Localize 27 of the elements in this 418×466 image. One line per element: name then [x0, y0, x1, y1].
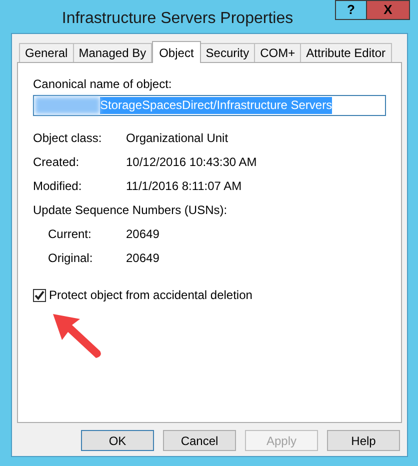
close-button[interactable]: X	[367, 0, 410, 20]
tab[interactable]: General	[19, 43, 74, 62]
tab[interactable]: Managed By	[72, 43, 152, 62]
checkbox[interactable]	[33, 288, 46, 302]
field-label: Canonical name of object:	[33, 76, 173, 93]
tab[interactable]: Attribute Editor	[300, 43, 392, 62]
field-label: Created:	[33, 154, 80, 171]
field-value: Organizational Unit	[126, 130, 228, 147]
dialog-button[interactable]: Help	[327, 430, 400, 451]
field-value: 10/12/2016 10:43:30 AM	[126, 154, 257, 171]
dialog-button[interactable]: Cancel	[163, 430, 236, 451]
field-label: Current:	[48, 226, 92, 243]
field-value: 20649	[126, 250, 160, 267]
field-value: 11/1/2016 8:11:07 AM	[126, 178, 242, 195]
window-title: Infrastructure Servers Properties	[62, 9, 294, 29]
field-value: StorageSpacesDirect/Infrastructure Servers	[100, 97, 332, 114]
field-label: Original:	[48, 250, 94, 267]
field-value: 20649	[126, 226, 160, 243]
help-button[interactable]: ?	[335, 0, 367, 20]
redaction-blur	[35, 97, 100, 114]
checkmark-icon	[34, 290, 45, 300]
dialog-button[interactable]: OK	[81, 430, 154, 451]
tab[interactable]: Security	[200, 43, 256, 62]
usn-heading: Update Sequence Numbers (USNs):	[33, 202, 228, 219]
field-label: Modified:	[33, 178, 83, 195]
tab[interactable]: Object	[152, 41, 201, 63]
field-label: Object class:	[33, 130, 103, 147]
